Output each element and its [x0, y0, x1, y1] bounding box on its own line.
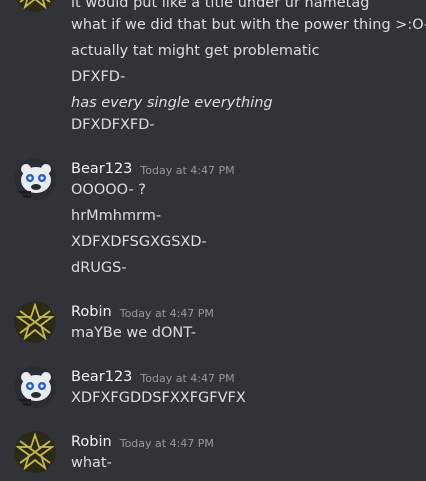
bear-face-icon [14, 158, 56, 200]
message-line-italic: has every single everything [71, 95, 273, 111]
message-header: Bear123 Today at 4:47 PM [71, 160, 235, 179]
chat-message-list: it would put like a title under ur namet… [0, 0, 426, 481]
message-line: maYBe we dONT- [71, 325, 196, 341]
star-sigil-icon [16, 0, 54, 12]
user-avatar-robin[interactable] [14, 431, 56, 473]
user-avatar-robin[interactable] [14, 0, 56, 12]
bear-face-icon [14, 366, 56, 408]
star-sigil-icon [14, 431, 56, 473]
message-line: dRUGS- [71, 260, 127, 276]
username-robin[interactable]: Robin [71, 434, 112, 450]
star-sigil-icon [14, 301, 56, 343]
message-line: XDFXDFSGXGSXD- [71, 234, 207, 250]
username-bear123[interactable]: Bear123 [71, 369, 132, 385]
message-line: DFXDFXFD- [71, 117, 155, 133]
message-line: what if we did that but with the power t… [71, 17, 426, 33]
username-robin[interactable]: Robin [71, 304, 112, 320]
message-timestamp[interactable]: Today at 4:47 PM [140, 164, 234, 177]
message-header: Bear123 Today at 4:47 PM [71, 368, 235, 387]
message-line: hrMmhmrm- [71, 208, 162, 224]
message-timestamp[interactable]: Today at 4:47 PM [120, 307, 214, 320]
message-header: Robin Today at 4:47 PM [71, 303, 214, 322]
user-avatar-robin[interactable] [14, 301, 56, 343]
message-line: OOOOO- ? [71, 182, 147, 198]
message-line: XDFXFGDDSFXXFGFVFX [71, 390, 246, 406]
message-line: it would put like a title under ur namet… [71, 0, 370, 11]
message-timestamp[interactable]: Today at 4:47 PM [140, 372, 234, 385]
message-header: Robin Today at 4:47 PM [71, 433, 214, 452]
user-avatar-bear123[interactable] [14, 158, 56, 200]
user-avatar-bear123[interactable] [14, 366, 56, 408]
message-line: actually tat might get problematic [71, 43, 320, 59]
message-line: DFXFD- [71, 69, 126, 85]
message-timestamp[interactable]: Today at 4:47 PM [120, 437, 214, 450]
username-bear123[interactable]: Bear123 [71, 161, 132, 177]
message-line: what- [71, 455, 112, 471]
